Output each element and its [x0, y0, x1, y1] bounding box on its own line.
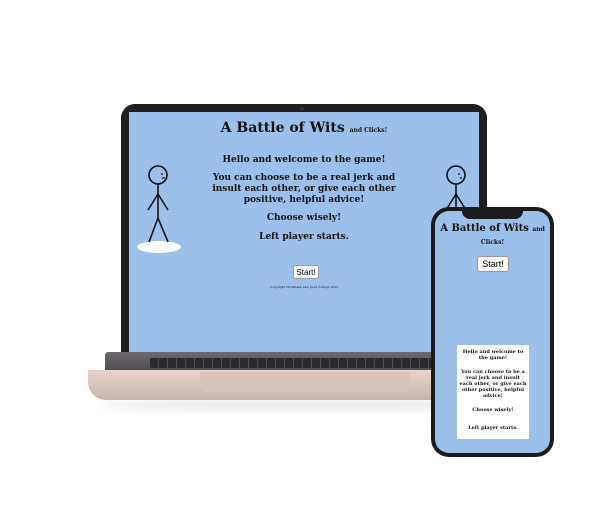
phone-description-text: You can choose to be a real jerk and ins…: [459, 369, 527, 399]
laptop-keyboard: [150, 358, 460, 368]
page-title: A Battle of Wits and Clicks!: [129, 120, 479, 136]
title-suffix: and Clicks!: [349, 127, 388, 134]
phone-info-card: Hello and welcome to the game! You can c…: [457, 345, 529, 439]
laptop-screen: A Battle of Wits and Clicks! Hello and w…: [129, 112, 479, 352]
phone-page-title: A Battle of Wits and Clicks!: [435, 223, 550, 249]
phone-screen: A Battle of Wits and Clicks! Start! Hell…: [435, 211, 550, 453]
choose-text: Choose wisely!: [266, 213, 342, 223]
starts-text: Left player starts.: [259, 232, 349, 242]
phone-notch: [462, 211, 523, 219]
phone-welcome-text: Hello and welcome to the game!: [462, 349, 524, 361]
laptop-camera: [300, 107, 304, 111]
laptop-trackpad: [200, 372, 410, 392]
copyright-text: Copyright Christiaan and Joost College 2…: [269, 285, 339, 289]
phone-title-text: A Battle of Wits: [440, 223, 529, 234]
description-text: You can choose to be a real jerk and ins…: [212, 173, 396, 205]
stick-figure-left[interactable]: [135, 160, 181, 258]
phone-start-button[interactable]: Start!: [477, 256, 509, 272]
welcome-text: Hello and welcome to the game!: [222, 155, 386, 165]
phone-starts-text: Left player starts.: [468, 425, 518, 431]
phone-choose-text: Choose wisely!: [472, 407, 514, 413]
start-button[interactable]: Start!: [293, 265, 319, 279]
title-text: A Battle of Wits: [220, 120, 345, 136]
